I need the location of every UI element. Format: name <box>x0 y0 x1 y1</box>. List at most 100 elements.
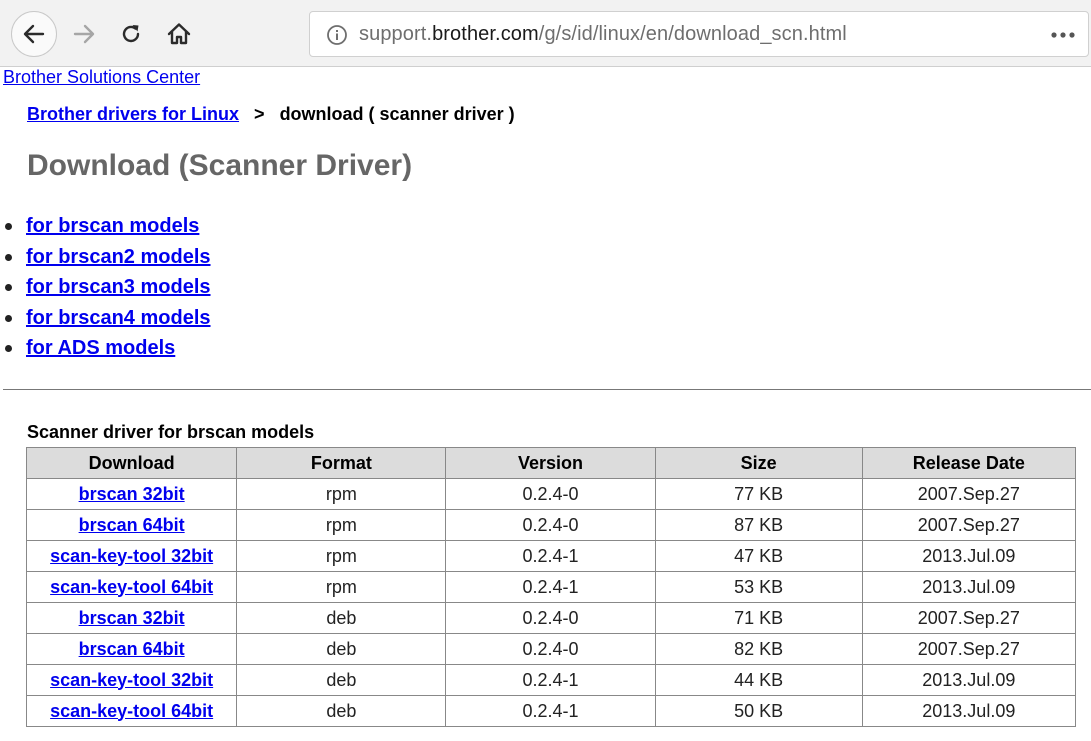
date-cell: 2013.Jul.09 <box>861 695 1077 727</box>
header-download: Download <box>25 447 238 479</box>
format-cell: deb <box>236 602 447 634</box>
more-menu-icon[interactable] <box>1050 25 1076 45</box>
table-row: scan-key-tool 32bit deb 0.2.4-1 44 KB 20… <box>25 664 1077 696</box>
bullet-icon <box>5 284 12 291</box>
address-bar[interactable]: support.brother.com/g/s/id/linux/en/down… <box>309 11 1089 57</box>
size-cell: 87 KB <box>654 509 863 541</box>
table-row: scan-key-tool 32bit rpm 0.2.4-1 47 KB 20… <box>25 540 1077 572</box>
table-row: brscan 64bit rpm 0.2.4-0 87 KB 2007.Sep.… <box>25 509 1077 541</box>
format-cell: deb <box>236 664 447 696</box>
download-link[interactable]: scan-key-tool 32bit <box>50 546 213 566</box>
format-cell: deb <box>236 695 447 727</box>
back-button[interactable] <box>11 11 57 57</box>
download-cell: brscan 64bit <box>25 633 238 665</box>
download-link[interactable]: scan-key-tool 64bit <box>50 577 213 597</box>
page-title: Download (Scanner Driver) <box>27 149 413 182</box>
back-arrow-icon <box>23 24 45 44</box>
size-cell: 47 KB <box>654 540 863 572</box>
table-row: scan-key-tool 64bit deb 0.2.4-1 50 KB 20… <box>25 695 1077 727</box>
format-cell: rpm <box>236 571 447 603</box>
format-cell: deb <box>236 633 447 665</box>
table-row: brscan 32bit rpm 0.2.4-0 77 KB 2007.Sep.… <box>25 478 1077 510</box>
forward-button[interactable] <box>61 11 107 57</box>
table-row: brscan 32bit deb 0.2.4-0 71 KB 2007.Sep.… <box>25 602 1077 634</box>
download-link[interactable]: brscan 32bit <box>79 608 185 628</box>
date-cell: 2007.Sep.27 <box>861 633 1077 665</box>
date-cell: 2007.Sep.27 <box>861 602 1077 634</box>
size-cell: 77 KB <box>654 478 863 510</box>
home-button[interactable] <box>156 11 202 57</box>
forward-arrow-icon <box>73 24 95 44</box>
reload-icon <box>122 25 140 43</box>
info-icon[interactable] <box>326 24 348 46</box>
download-cell: brscan 64bit <box>25 509 238 541</box>
size-cell: 50 KB <box>654 695 863 727</box>
model-list: for brscan models for brscan2 models for… <box>0 211 211 364</box>
header-version: Version <box>445 447 656 479</box>
download-link[interactable]: brscan 32bit <box>79 484 185 504</box>
date-cell: 2013.Jul.09 <box>861 540 1077 572</box>
version-cell: 0.2.4-0 <box>445 509 656 541</box>
size-cell: 44 KB <box>654 664 863 696</box>
section-caption: Scanner driver for brscan models <box>27 422 315 442</box>
download-cell: scan-key-tool 32bit <box>25 540 238 572</box>
download-link[interactable]: scan-key-tool 32bit <box>50 670 213 690</box>
version-cell: 0.2.4-0 <box>445 602 656 634</box>
header-size: Size <box>654 447 863 479</box>
ads-models-link[interactable]: for ADS models <box>26 337 175 359</box>
list-item: for ADS models <box>0 333 211 364</box>
brscan-models-link[interactable]: for brscan models <box>26 215 199 237</box>
date-cell: 2013.Jul.09 <box>861 664 1077 696</box>
breadcrumb-current: download ( scanner driver ) <box>279 104 515 124</box>
download-link[interactable]: brscan 64bit <box>79 515 185 535</box>
home-icon <box>167 23 191 45</box>
divider <box>3 389 1091 390</box>
download-cell: scan-key-tool 64bit <box>25 695 238 727</box>
page-content: Brother Solutions Center Brother drivers… <box>0 67 1091 741</box>
table-header-row: Download Format Version Size Release Dat… <box>25 447 1077 479</box>
driver-table: Download Format Version Size Release Dat… <box>25 447 1077 727</box>
solutions-center-link[interactable]: Brother Solutions Center <box>3 67 200 88</box>
date-cell: 2007.Sep.27 <box>861 478 1077 510</box>
size-cell: 53 KB <box>654 571 863 603</box>
bullet-icon <box>5 314 12 322</box>
url-host: brother.com <box>432 23 539 45</box>
url-prefix: support. <box>359 23 433 45</box>
brscan4-models-link[interactable]: for brscan4 models <box>26 307 211 329</box>
version-cell: 0.2.4-1 <box>445 664 656 696</box>
download-link[interactable]: scan-key-tool 64bit <box>50 701 213 721</box>
download-cell: brscan 32bit <box>25 478 238 510</box>
table-row: brscan 64bit deb 0.2.4-0 82 KB 2007.Sep.… <box>25 633 1077 665</box>
size-cell: 71 KB <box>654 602 863 634</box>
reload-button[interactable] <box>108 11 154 57</box>
size-cell: 82 KB <box>654 633 863 665</box>
download-link[interactable]: brscan 64bit <box>79 639 185 659</box>
browser-toolbar: support.brother.com/g/s/id/linux/en/down… <box>0 0 1091 67</box>
list-item: for brscan2 models <box>0 242 211 273</box>
version-cell: 0.2.4-1 <box>445 695 656 727</box>
version-cell: 0.2.4-1 <box>445 571 656 603</box>
url-path: /g/s/id/linux/en/download_scn.html <box>538 23 847 45</box>
date-cell: 2007.Sep.27 <box>861 509 1077 541</box>
breadcrumb-parent-link[interactable]: Brother drivers for Linux <box>27 104 239 124</box>
bullet-icon <box>5 345 12 352</box>
version-cell: 0.2.4-0 <box>445 633 656 665</box>
list-item: for brscan models <box>0 211 211 242</box>
url-text[interactable]: support.brother.com/g/s/id/linux/en/down… <box>359 23 847 46</box>
download-cell: scan-key-tool 64bit <box>25 571 238 603</box>
brscan3-models-link[interactable]: for brscan3 models <box>26 276 211 298</box>
date-cell: 2013.Jul.09 <box>861 571 1077 603</box>
brscan2-models-link[interactable]: for brscan2 models <box>26 246 211 268</box>
bullet-icon <box>5 223 12 230</box>
download-cell: scan-key-tool 32bit <box>25 664 238 696</box>
breadcrumb-separator: > <box>254 104 265 124</box>
bullet-icon <box>5 253 12 261</box>
format-cell: rpm <box>236 509 447 541</box>
list-item: for brscan3 models <box>0 272 211 303</box>
list-item: for brscan4 models <box>0 303 211 334</box>
download-cell: brscan 32bit <box>25 602 238 634</box>
breadcrumb: Brother drivers for Linux > download ( sca… <box>27 104 515 125</box>
format-cell: rpm <box>236 540 447 572</box>
version-cell: 0.2.4-0 <box>445 478 656 510</box>
version-cell: 0.2.4-1 <box>445 540 656 572</box>
